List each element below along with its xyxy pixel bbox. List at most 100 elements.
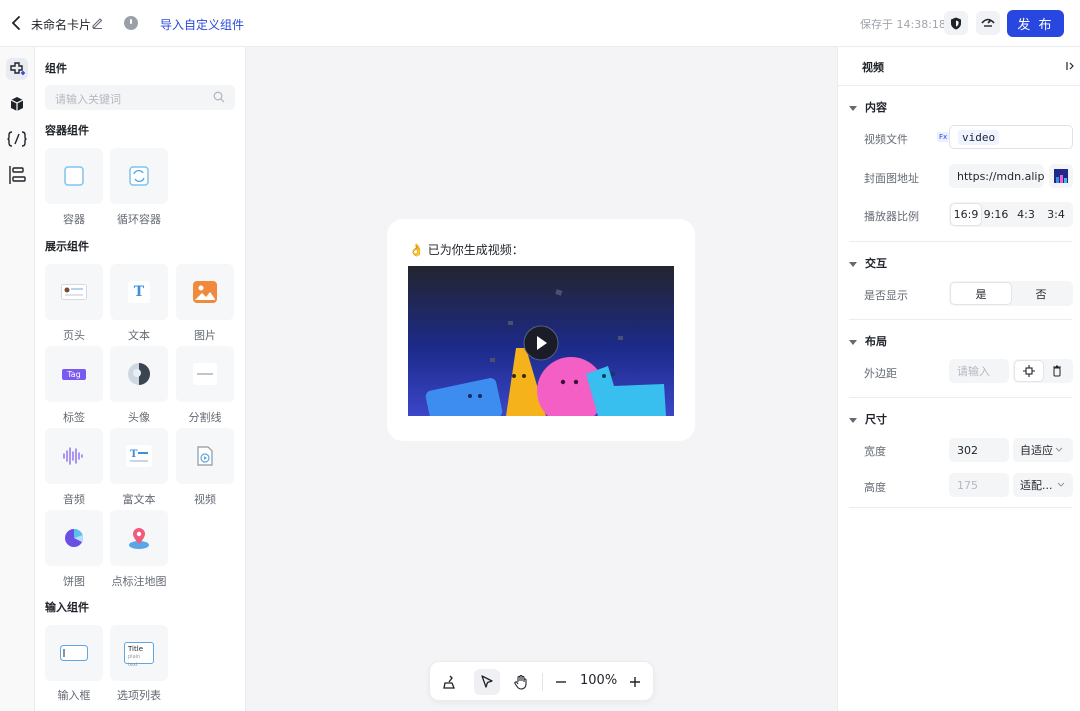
cube-icon[interactable] <box>6 93 28 115</box>
collapse-panel-icon[interactable] <box>1064 60 1076 72</box>
hand-pan-icon[interactable] <box>508 669 534 695</box>
properties-title: 视频 <box>862 61 884 74</box>
component-label: 点标注地图 <box>111 575 167 588</box>
edit-icon[interactable] <box>91 16 104 29</box>
video-file-input[interactable]: video <box>949 125 1073 149</box>
group-title: 展示组件 <box>45 240 89 253</box>
input-box-icon <box>60 645 88 661</box>
component-image[interactable] <box>176 264 234 320</box>
height-mode-select[interactable]: 适配... <box>1013 473 1073 497</box>
video-player[interactable] <box>408 266 674 416</box>
divider-icon <box>193 363 217 385</box>
visible-option-no[interactable]: 否 <box>1011 283 1071 304</box>
component-rich-text[interactable]: T <box>110 428 168 484</box>
component-loop-container[interactable] <box>110 148 168 204</box>
width-mode-value: 自适应 <box>1020 444 1053 457</box>
visible-option-yes[interactable]: 是 <box>951 283 1011 304</box>
component-label: 输入框 <box>57 689 91 702</box>
avatar-icon <box>128 363 150 385</box>
component-container[interactable] <box>45 148 103 204</box>
zoom-level: 100% <box>580 673 618 688</box>
section-content[interactable]: 内容 <box>849 99 887 115</box>
shield-icon <box>951 17 961 29</box>
layers-icon[interactable] <box>6 164 28 186</box>
zoom-in-icon[interactable] <box>622 669 648 695</box>
section-layout[interactable]: 布局 <box>849 333 887 349</box>
component-input-box[interactable] <box>45 625 103 681</box>
panel-title: 组件 <box>45 62 67 75</box>
component-video[interactable] <box>176 428 234 484</box>
component-label: 标签 <box>63 411 85 424</box>
import-custom-component-link[interactable]: 导入自定义组件 <box>160 16 244 33</box>
component-audio[interactable] <box>45 428 103 484</box>
clear-brush-icon[interactable] <box>436 669 462 695</box>
ratio-option-3-4[interactable]: 3:4 <box>1041 204 1071 225</box>
card-preview[interactable]: 👌 已为你生成视频： <box>387 219 695 441</box>
debug-icon-button[interactable] <box>976 11 1000 35</box>
svg-text:T: T <box>130 449 138 460</box>
section-interaction[interactable]: 交互 <box>849 255 887 271</box>
image-icon <box>193 281 217 303</box>
component-label: 分割线 <box>188 411 222 424</box>
cover-thumbnail[interactable] <box>1049 164 1073 188</box>
ratio-option-16-9[interactable]: 16:9 <box>951 204 981 225</box>
margin-individual-icon[interactable] <box>1043 361 1071 381</box>
search-placeholder: 请输入关键词 <box>55 93 121 106</box>
publish-button[interactable]: 发 布 <box>1007 10 1064 37</box>
ratio-option-4-3[interactable]: 4:3 <box>1011 204 1041 225</box>
option-list-icon: Title plain text <box>124 642 154 668</box>
component-divider[interactable] <box>176 346 234 402</box>
card-message: 👌 已为你生成视频： <box>409 243 524 257</box>
width-input[interactable]: 302 <box>949 438 1009 462</box>
component-label: 富文本 <box>122 493 156 506</box>
component-avatar[interactable] <box>110 346 168 402</box>
video-cover-image <box>408 266 674 416</box>
search-input[interactable]: 请输入关键词 <box>45 85 235 110</box>
debug-icon <box>981 18 995 27</box>
component-label: 音频 <box>63 493 85 506</box>
components-tab-icon[interactable] <box>6 58 28 80</box>
margin-all-sides-icon[interactable] <box>1015 361 1043 381</box>
map-pin-icon <box>129 528 149 549</box>
toolbar-divider <box>542 673 543 691</box>
zoom-out-icon[interactable] <box>548 669 574 695</box>
video-file-label: 视频文件 <box>864 133 908 146</box>
tag-icon: Tag <box>62 368 86 380</box>
panel-divider <box>838 85 1080 86</box>
section-divider <box>849 507 1072 508</box>
history-clock-icon[interactable] <box>124 16 138 30</box>
width-mode-select[interactable]: 自适应 <box>1013 438 1073 462</box>
component-tag[interactable]: Tag <box>45 346 103 402</box>
container-icon <box>64 166 84 186</box>
variables-icon[interactable] <box>6 128 28 150</box>
section-divider <box>849 319 1072 320</box>
group-title: 容器组件 <box>45 124 89 137</box>
back-icon[interactable] <box>6 13 26 33</box>
ratio-option-9-16[interactable]: 9:16 <box>981 204 1011 225</box>
margin-input[interactable]: 请输入 <box>949 359 1009 383</box>
section-divider <box>849 397 1072 398</box>
cover-url-input[interactable]: https://mdn.alipa <box>949 164 1044 188</box>
saved-status: 保存于 14:38:18 <box>860 18 946 31</box>
component-label: 容器 <box>63 213 85 226</box>
group-title: 输入组件 <box>45 601 89 614</box>
margin-mode-segmented <box>1013 359 1073 383</box>
chevron-down-icon <box>1055 447 1063 452</box>
select-cursor-icon[interactable] <box>474 669 500 695</box>
height-label: 高度 <box>864 481 886 494</box>
fx-icon[interactable]: Fx <box>937 132 950 142</box>
search-icon <box>213 91 225 103</box>
margin-label: 外边距 <box>864 367 897 380</box>
height-input[interactable]: 175 <box>949 473 1009 497</box>
component-pie-chart[interactable] <box>45 510 103 566</box>
component-text[interactable]: T <box>110 264 168 320</box>
shield-icon-button[interactable] <box>944 11 968 35</box>
audio-icon <box>63 447 83 465</box>
component-label: 页头 <box>63 329 85 342</box>
component-map-pin[interactable] <box>110 510 168 566</box>
component-label: 选项列表 <box>117 689 161 702</box>
section-size[interactable]: 尺寸 <box>849 411 887 427</box>
component-option-list[interactable]: Title plain text <box>110 625 168 681</box>
component-header[interactable] <box>45 264 103 320</box>
component-label: 图片 <box>194 329 216 342</box>
